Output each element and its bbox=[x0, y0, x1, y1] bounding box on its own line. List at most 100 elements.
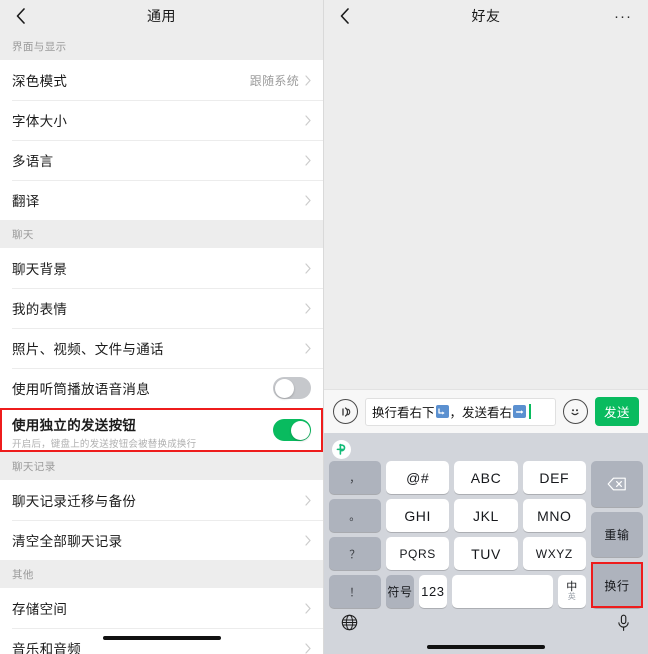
key-newline[interactable]: 换行 bbox=[591, 562, 643, 609]
key-jkl[interactable]: JKL bbox=[454, 499, 518, 532]
chat-title: 好友 bbox=[471, 8, 501, 24]
chevron-right-icon bbox=[305, 602, 311, 614]
key-mno[interactable]: MNO bbox=[522, 499, 586, 532]
row-label: 使用独立的发送按钮 bbox=[12, 418, 137, 433]
key-question[interactable]: ？ bbox=[329, 537, 381, 570]
row-label: 聊天背景 bbox=[12, 262, 68, 277]
row-sublabel: 开启后，键盘上的发送按钮会被替换成换行 bbox=[12, 439, 197, 450]
key-language-toggle[interactable]: 中 英 bbox=[558, 575, 586, 608]
key-exclamation[interactable]: ！ bbox=[329, 575, 381, 608]
row-texts: 使用独立的发送按钮 开启后，键盘上的发送按钮会被替换成换行 bbox=[12, 414, 273, 450]
setting-row-media-files[interactable]: 照片、视频、文件与通话 bbox=[0, 328, 323, 368]
chevron-right-icon bbox=[305, 302, 311, 314]
earpiece-playback-toggle[interactable] bbox=[273, 377, 311, 399]
function-column: 重输 换行 bbox=[591, 461, 643, 609]
key-period[interactable]: 。 bbox=[329, 499, 381, 532]
voice-wave-glyph bbox=[341, 406, 350, 417]
arrow-right-glyph bbox=[515, 409, 523, 414]
setting-row-migrate-backup[interactable]: 聊天记录迁移与备份 bbox=[0, 480, 323, 520]
setting-row-standalone-send-button[interactable]: 使用独立的发送按钮 开启后，键盘上的发送按钮会被替换成换行 bbox=[0, 408, 323, 452]
smiley-face-icon[interactable] bbox=[562, 399, 588, 424]
row-label: 清空全部聊天记录 bbox=[12, 534, 123, 549]
row-label: 字体大小 bbox=[12, 114, 68, 129]
settings-navbar: 通用 bbox=[0, 0, 323, 32]
section-header-chat: 聊天 bbox=[0, 220, 323, 248]
key-def[interactable]: DEF bbox=[522, 461, 586, 494]
chevron-right-icon bbox=[305, 194, 311, 206]
setting-row-storage[interactable]: 存储空间 bbox=[0, 588, 323, 628]
chevron-right-icon bbox=[305, 154, 311, 166]
chevron-right-icon bbox=[305, 534, 311, 546]
chat-navbar: 好友 ··· bbox=[324, 0, 648, 32]
key-tuv[interactable]: TUV bbox=[454, 537, 518, 570]
chevron-right-icon bbox=[305, 74, 311, 86]
setting-row-earpiece-playback[interactable]: 使用听筒播放语音消息 bbox=[0, 368, 323, 408]
keyboard-row: @# ABC DEF bbox=[386, 461, 586, 494]
setting-row-music-audio[interactable]: 音乐和音频 bbox=[0, 628, 323, 654]
row-label: 多语言 bbox=[12, 154, 54, 169]
key-numbers[interactable]: 123 bbox=[418, 575, 447, 608]
send-button[interactable]: 发送 bbox=[594, 397, 639, 426]
setting-row-languages[interactable]: 多语言 bbox=[0, 140, 323, 180]
letter-grid: @# ABC DEF GHI JKL MNO PQRS TUV WXYZ 符号 … bbox=[386, 461, 586, 608]
row-label: 音乐和音频 bbox=[12, 642, 81, 654]
home-indicator bbox=[427, 645, 545, 649]
ime-logo-glyph bbox=[336, 443, 346, 455]
chat-input-bar: 换行看右下 ，发送看右 发送 bbox=[324, 389, 648, 433]
chevron-left-icon bbox=[16, 8, 25, 24]
chevron-right-icon bbox=[305, 114, 311, 126]
section-header-chat-history: 聊天记录 bbox=[0, 452, 323, 480]
microphone-glyph bbox=[618, 614, 629, 631]
setting-row-chat-background[interactable]: 聊天背景 bbox=[0, 248, 323, 288]
keyboard-row: GHI JKL MNO bbox=[386, 499, 586, 532]
voice-wave-icon[interactable] bbox=[333, 399, 358, 424]
row-label: 使用听筒播放语音消息 bbox=[12, 382, 150, 397]
text-cursor bbox=[529, 404, 531, 419]
key-space[interactable] bbox=[451, 575, 554, 608]
key-wxyz[interactable]: WXYZ bbox=[522, 537, 586, 570]
key-abc[interactable]: ABC bbox=[454, 461, 518, 494]
t9-keyboard: ， 。 ？ ！ @# ABC DEF GHI JKL MNO PQRS TUV … bbox=[324, 433, 648, 654]
keyboard-grid: ， 。 ？ ！ @# ABC DEF GHI JKL MNO PQRS TUV … bbox=[329, 461, 643, 609]
more-options-button[interactable]: ··· bbox=[608, 0, 638, 32]
setting-row-my-stickers[interactable]: 我的表情 bbox=[0, 288, 323, 328]
standalone-send-button-toggle[interactable] bbox=[273, 419, 311, 441]
lang-english-label: 英 bbox=[567, 592, 577, 601]
key-symbol-mode[interactable]: 符号 bbox=[386, 575, 414, 608]
smiley-face-glyph bbox=[571, 408, 580, 415]
section-header-display: 界面与显示 bbox=[0, 32, 323, 60]
key-symbols-at-hash[interactable]: @# bbox=[386, 461, 450, 494]
chevron-right-icon bbox=[305, 262, 311, 274]
toggle-knob bbox=[274, 378, 294, 398]
setting-row-dark-mode[interactable]: 深色模式 跟随系统 bbox=[0, 60, 323, 100]
chevron-right-icon bbox=[305, 642, 311, 654]
row-value: 跟随系统 bbox=[249, 73, 299, 88]
input-text-before: 换行看右下 bbox=[372, 406, 435, 420]
keyboard-toolbar bbox=[329, 437, 643, 461]
setting-row-clear-history[interactable]: 清空全部聊天记录 bbox=[0, 520, 323, 560]
row-label: 聊天记录迁移与备份 bbox=[12, 494, 137, 509]
key-redo[interactable]: 重输 bbox=[591, 511, 643, 558]
back-button[interactable] bbox=[0, 0, 40, 32]
home-indicator bbox=[102, 636, 221, 640]
keyboard-row: PQRS TUV WXYZ bbox=[386, 537, 586, 570]
toggle-knob bbox=[290, 420, 310, 440]
page-title: 通用 bbox=[147, 8, 176, 24]
setting-row-font-size[interactable]: 字体大小 bbox=[0, 100, 323, 140]
microphone-icon[interactable] bbox=[616, 614, 631, 637]
arrow-lower-right-emoji bbox=[435, 405, 449, 418]
ime-logo-icon[interactable] bbox=[332, 439, 351, 459]
punctuation-column: ， 。 ？ ！ bbox=[329, 461, 381, 608]
chevron-left-icon bbox=[340, 8, 349, 24]
setting-row-translate[interactable]: 翻译 bbox=[0, 180, 323, 220]
globe-icon[interactable] bbox=[341, 614, 358, 636]
chat-screen: 好友 ··· 换行看右下 ，发送看右 发送 ， 。 ？ ！ @# ABC DEF… bbox=[324, 0, 648, 654]
key-backspace[interactable] bbox=[591, 461, 643, 507]
back-button[interactable] bbox=[324, 0, 364, 32]
key-ghi[interactable]: GHI bbox=[386, 499, 450, 532]
message-input[interactable]: 换行看右下 ，发送看右 bbox=[365, 397, 556, 426]
message-list bbox=[324, 32, 648, 389]
key-comma[interactable]: ， bbox=[329, 461, 381, 494]
key-pqrs[interactable]: PQRS bbox=[386, 537, 450, 570]
section-header-other: 其他 bbox=[0, 560, 323, 588]
